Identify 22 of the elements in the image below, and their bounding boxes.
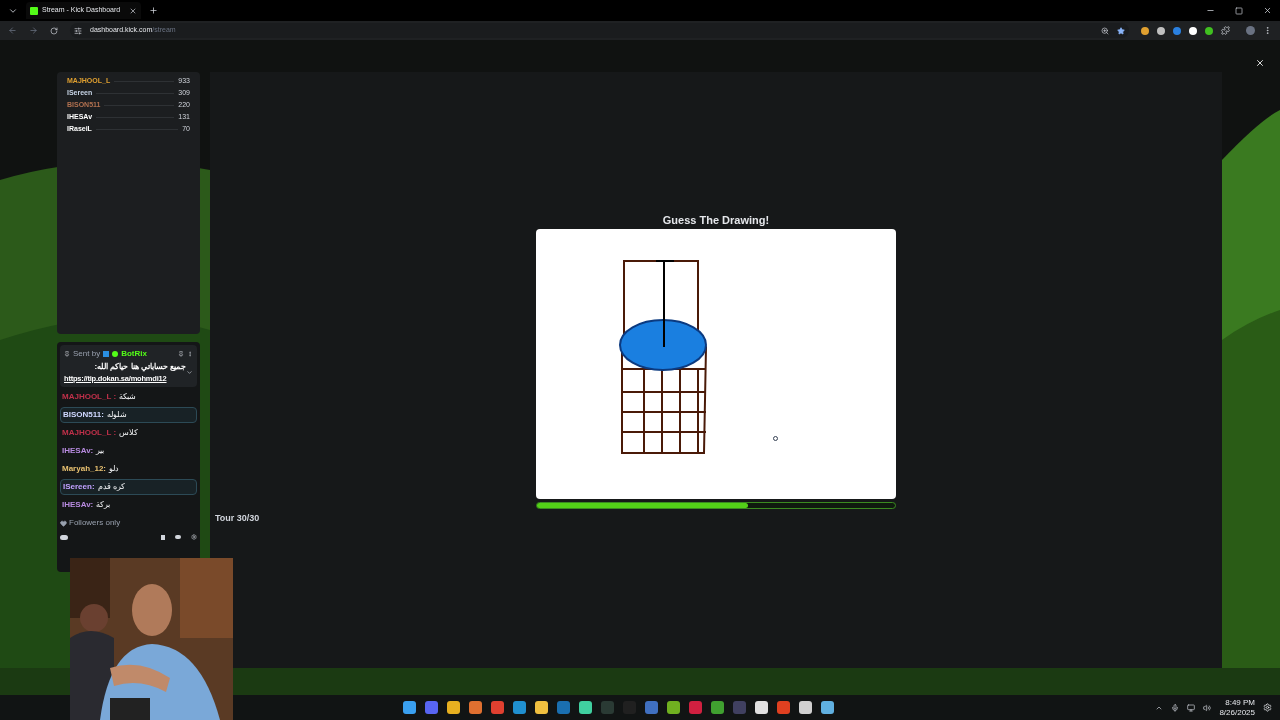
menu-icon[interactable] xyxy=(1263,26,1272,35)
close-window-icon[interactable] xyxy=(1263,6,1272,15)
bookmark-star-icon[interactable] xyxy=(1117,26,1125,35)
site-info-icon[interactable] xyxy=(74,26,82,35)
app-icon[interactable] xyxy=(469,701,483,714)
clock-time[interactable]: 8:49 PM xyxy=(1225,697,1255,708)
kick-logo-icon xyxy=(30,6,38,15)
new-tab-icon[interactable] xyxy=(149,6,158,15)
forward-icon[interactable] xyxy=(29,26,38,35)
close-tab-icon[interactable] xyxy=(129,6,137,15)
clock-date[interactable]: 8/26/2025 xyxy=(1219,707,1255,718)
extensions-icon[interactable] xyxy=(1221,26,1230,35)
app-icon[interactable] xyxy=(667,701,681,714)
avatar-icon[interactable] xyxy=(1246,26,1255,35)
app-icon[interactable] xyxy=(579,701,593,714)
back-icon[interactable] xyxy=(8,26,17,35)
volume-icon[interactable] xyxy=(1203,703,1212,712)
app-icon[interactable] xyxy=(755,701,769,714)
zoom-icon[interactable] xyxy=(1101,26,1109,35)
maximize-icon[interactable] xyxy=(1235,6,1243,15)
network-icon[interactable] xyxy=(1187,703,1196,712)
reload-icon[interactable] xyxy=(50,26,58,35)
